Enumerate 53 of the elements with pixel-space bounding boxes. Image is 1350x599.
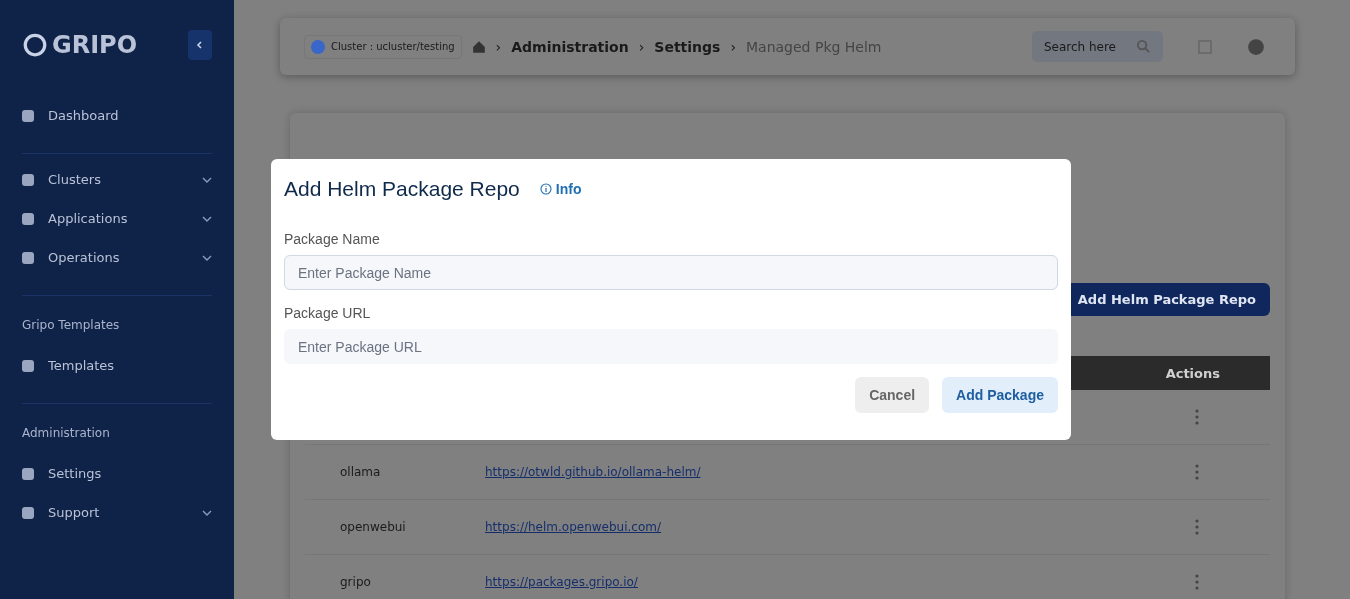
nav-icon <box>22 109 34 122</box>
column-header: Actions <box>1165 365 1220 381</box>
kebab-menu-icon[interactable] <box>1195 464 1199 480</box>
chevron-icon[interactable] <box>202 176 212 183</box>
repo-link[interactable]: https://packages.gripo.io/ <box>485 575 1195 589</box>
kebab-menu-icon[interactable] <box>1195 574 1199 590</box>
breadcrumb-separator: › <box>730 38 736 55</box>
cancel-button[interactable]: Cancel <box>855 377 930 413</box>
field-label: Package Name <box>284 231 381 247</box>
nav-icon <box>22 212 34 225</box>
table-cell-text: gripo <box>340 575 372 589</box>
chevron-icon[interactable] <box>202 254 212 261</box>
chevron-icon[interactable] <box>202 215 212 222</box>
modal-title: Add Helm Package Repo <box>284 177 520 201</box>
settings-icon[interactable] <box>1247 37 1265 56</box>
nav-item[interactable]: Clusters <box>48 172 188 187</box>
nav-icon <box>22 251 34 264</box>
nav-icon <box>22 506 34 519</box>
nav-item[interactable]: Support <box>48 505 188 520</box>
collapse-button[interactable] <box>188 30 212 60</box>
nav-icon <box>22 359 34 372</box>
repo-link[interactable]: https://helm.openwebui.com/ <box>485 520 1195 534</box>
table-cell-text: openwebui <box>340 520 407 534</box>
repo-link[interactable]: https://otwld.github.io/ollama-helm/ <box>485 465 1195 479</box>
kebab-menu-icon[interactable] <box>1195 519 1199 535</box>
nav-item[interactable]: Dashboard <box>48 108 212 123</box>
nav-item[interactable]: Applications <box>48 211 188 226</box>
search-icon <box>1136 39 1151 54</box>
breadcrumb-separator: › <box>495 38 502 55</box>
home-icon[interactable] <box>471 39 486 54</box>
nav-item[interactable]: Operations <box>48 250 188 265</box>
chevron-icon[interactable] <box>202 509 212 516</box>
info-icon <box>539 183 552 195</box>
field-label: Package URL <box>284 305 372 321</box>
input-field[interactable]: Enter Package URL <box>284 329 1058 364</box>
section-heading: Administration <box>22 426 111 440</box>
breadcrumb-link[interactable]: Settings <box>654 38 721 55</box>
submit-button[interactable]: Add Package <box>942 377 1058 413</box>
nav-icon <box>22 173 34 186</box>
logo: GRIPO <box>52 31 139 59</box>
info-link[interactable]: Info <box>539 181 582 197</box>
search-field[interactable]: Search here <box>1031 31 1163 62</box>
breadcrumb-separator: › <box>638 38 645 55</box>
chevron-icon <box>195 40 205 50</box>
cluster-select[interactable]: Cluster : ucluster/testing <box>304 34 462 59</box>
breadcrumb-link[interactable]: Administration <box>511 38 629 55</box>
nav-item[interactable]: Settings <box>48 466 212 481</box>
kebab-menu-icon[interactable] <box>1195 409 1199 425</box>
section-heading: Gripo Templates <box>22 318 121 332</box>
nav-icon <box>22 467 34 480</box>
input-field[interactable]: Enter Package Name <box>284 255 1058 290</box>
table-cell-text: ollama <box>340 465 382 479</box>
nav-item[interactable]: Templates <box>48 358 212 373</box>
